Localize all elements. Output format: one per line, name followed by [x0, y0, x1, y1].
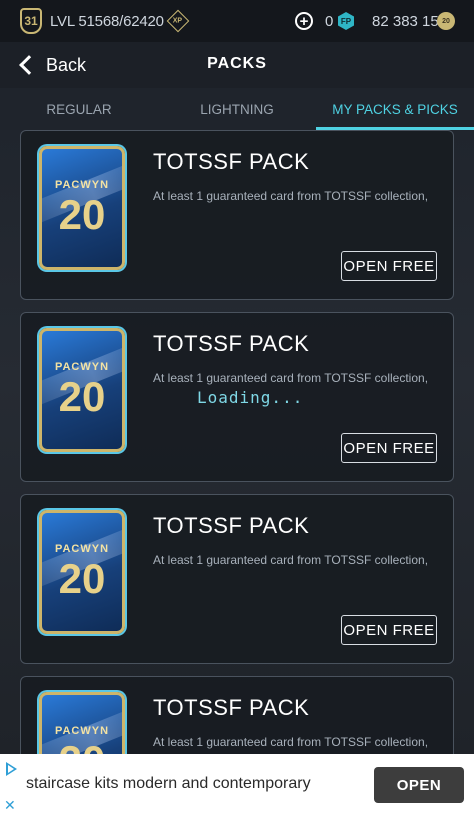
xp-icon: XP — [166, 9, 190, 33]
pack-image-number: 20 — [58, 555, 106, 602]
xp-icon-label: XP — [173, 17, 183, 25]
tab-regular[interactable]: REGULAR — [0, 88, 158, 130]
pack-image-name: PACWYN — [54, 361, 110, 373]
coin-icon-label: 20 — [442, 17, 450, 25]
pack-card: PACWYN 20 TOTSSF PACK At least 1 guarant… — [20, 130, 454, 300]
pack-tabs: REGULAR LIGHTNING MY PACKS & PICKS — [0, 88, 474, 130]
open-free-button[interactable]: OPEN FREE — [341, 433, 437, 463]
pack-description: At least 1 guaranteed card from TOTSSF c… — [153, 371, 429, 385]
open-free-button[interactable]: OPEN FREE — [341, 615, 437, 645]
fifa-points-icon: FP — [338, 12, 354, 30]
pack-card: PACWYN 20 TOTSSF PACK At least 1 guarant… — [20, 494, 454, 664]
open-free-button[interactable]: OPEN FREE — [341, 251, 437, 281]
level-shield-icon: 31 — [20, 8, 42, 34]
pack-image-number: 20 — [58, 191, 106, 238]
add-points-icon[interactable]: + — [295, 12, 313, 30]
points-value: 0 — [325, 13, 334, 30]
ad-banner[interactable]: ✕ staircase kits modern and contemporary… — [0, 754, 474, 817]
pack-description: At least 1 guaranteed card from TOTSSF c… — [153, 553, 429, 567]
pack-image-number: 20 — [58, 373, 106, 420]
pack-image: PACWYN 20 — [39, 328, 125, 452]
ad-open-button[interactable]: OPEN — [374, 767, 464, 803]
coin-icon: 20 — [437, 12, 455, 30]
ad-text[interactable]: staircase kits modern and contemporary — [26, 775, 311, 793]
page-title: PACKS — [207, 55, 267, 72]
pack-image-name: PACWYN — [54, 543, 110, 555]
pack-title: TOTSSF PACK — [153, 331, 310, 356]
top-status-bar: 31 LVL 51568/62420 XP + 0 FP 82 383 155 … — [0, 0, 474, 42]
pack-title: TOTSSF PACK — [153, 695, 310, 720]
ad-choices-icon[interactable] — [6, 762, 17, 776]
pack-card: PACWYN 20 TOTSSF PACK At least 1 guarant… — [20, 312, 454, 482]
fifa-points-icon-label: FP — [340, 16, 352, 26]
tab-my-packs-picks[interactable]: MY PACKS & PICKS — [316, 88, 474, 130]
tab-lightning[interactable]: LIGHTNING — [158, 88, 316, 130]
pack-title: TOTSSF PACK — [153, 513, 310, 538]
packs-list[interactable]: PACWYN 20 TOTSSF PACK At least 1 guarant… — [0, 130, 474, 754]
pack-image-name: PACWYN — [54, 179, 110, 191]
pack-title: TOTSSF PACK — [153, 149, 310, 174]
close-icon[interactable]: ✕ — [4, 797, 16, 814]
coins-value: 82 383 155 — [372, 13, 448, 30]
pack-image: PACWYN 20 — [39, 146, 125, 270]
pack-description: At least 1 guaranteed card from TOTSSF c… — [153, 189, 429, 203]
pack-image: PACWYN 20 — [39, 692, 125, 754]
page-header: Back PACKS — [0, 42, 474, 88]
pack-description: At least 1 guaranteed card from TOTSSF c… — [153, 735, 429, 749]
level-number: 31 — [24, 14, 38, 28]
level-progress-text: LVL 51568/62420 — [50, 12, 164, 30]
pack-image-number: 20 — [42, 737, 122, 754]
pack-card: PACWYN 20 TOTSSF PACK At least 1 guarant… — [20, 676, 454, 754]
pack-image-name: PACWYN — [54, 725, 110, 737]
loading-indicator: Loading... — [197, 388, 304, 407]
pack-image: PACWYN 20 — [39, 510, 125, 634]
